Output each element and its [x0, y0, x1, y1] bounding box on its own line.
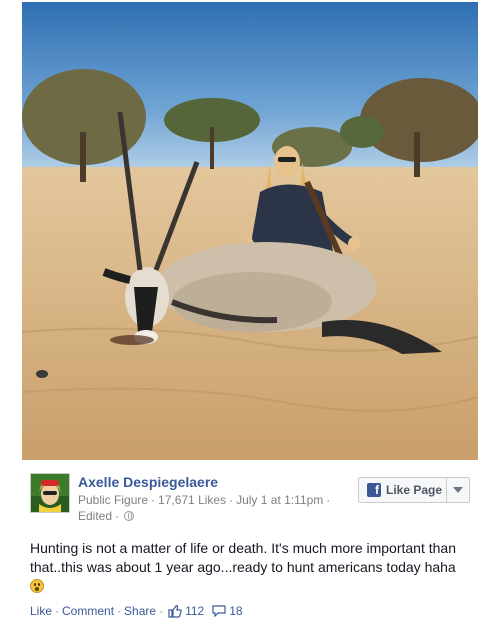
- comments-count[interactable]: 18: [229, 604, 242, 618]
- page-category: Public Figure: [78, 493, 149, 507]
- comment-icon[interactable]: [212, 605, 226, 617]
- edited-link[interactable]: Edited: [78, 509, 112, 523]
- separator: ·: [151, 493, 156, 507]
- avatar[interactable]: [30, 473, 70, 513]
- thumbs-up-icon[interactable]: [168, 604, 182, 618]
- separator: ·: [159, 604, 164, 618]
- post-body: Hunting is not a matter of life or death…: [30, 540, 456, 575]
- gasp-emoji-icon: [30, 579, 44, 593]
- post-text: Hunting is not a matter of life or death…: [30, 539, 475, 596]
- facebook-icon: f: [367, 483, 381, 497]
- separator: ·: [326, 493, 331, 507]
- globe-icon[interactable]: [124, 511, 135, 521]
- like-page-dropdown[interactable]: [447, 478, 469, 502]
- profile-picture: [31, 474, 69, 512]
- page-likes-count: 17,671 Likes: [158, 493, 227, 507]
- separator: ·: [229, 493, 234, 507]
- separator: ·: [55, 604, 60, 618]
- separator: ·: [117, 604, 122, 618]
- post-header: Axelle Despiegelaere Public Figure · 17,67…: [30, 473, 470, 525]
- separator: ·: [115, 509, 120, 523]
- likes-count[interactable]: 112: [185, 604, 204, 618]
- post-photo[interactable]: [22, 2, 478, 460]
- comment-link[interactable]: Comment: [62, 604, 114, 618]
- post-timestamp[interactable]: July 1 at 1:11pm: [236, 493, 323, 507]
- post-meta: Axelle Despiegelaere Public Figure · 17,67…: [78, 473, 338, 524]
- hunting-photo: [22, 2, 478, 460]
- like-link[interactable]: Like: [30, 604, 52, 618]
- meta-line-1: Public Figure · 17,671 Likes · July 1 at 1:1…: [78, 492, 338, 508]
- caret-down-icon: [453, 487, 463, 493]
- like-page-button[interactable]: f Like Page: [358, 477, 470, 503]
- like-page-main[interactable]: f Like Page: [359, 478, 447, 502]
- like-page-label: Like Page: [386, 483, 443, 497]
- post-actions: Like · Comment · Share · 112 18: [30, 603, 243, 619]
- share-link[interactable]: Share: [124, 604, 156, 618]
- author-name[interactable]: Axelle Despiegelaere: [78, 473, 218, 491]
- meta-line-2: Edited ·: [78, 508, 338, 524]
